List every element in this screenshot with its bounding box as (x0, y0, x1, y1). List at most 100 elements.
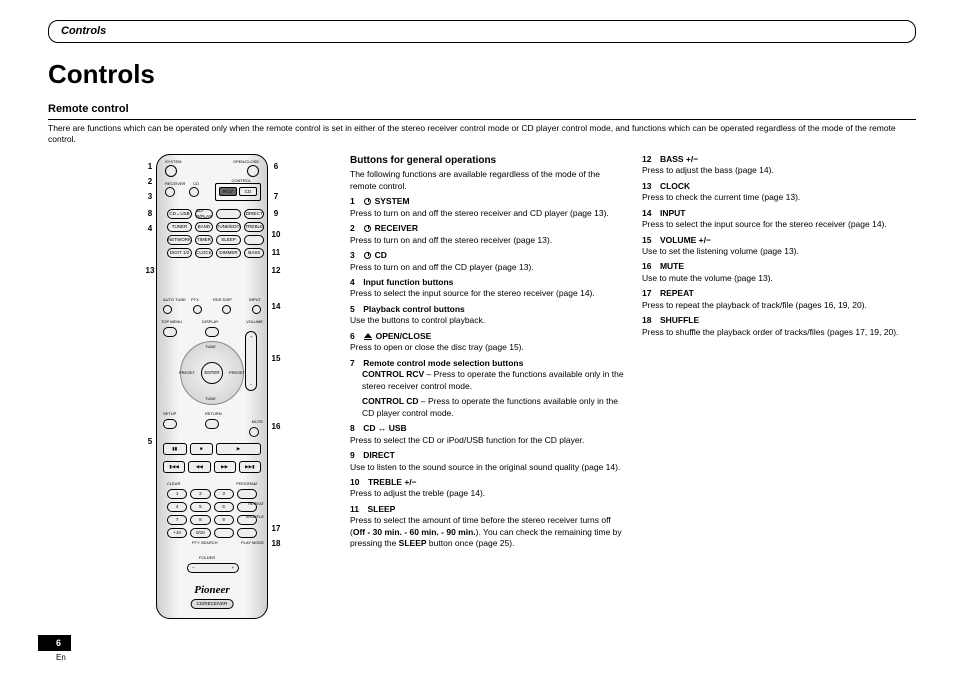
btn-cdusb: CD↔USB (167, 209, 192, 219)
callout-5: 5 (144, 437, 156, 448)
item-heading: 12 BASS +/− (642, 154, 916, 165)
item-body: Press to turn on and off the stereo rece… (350, 208, 624, 219)
key-0: 0/10 (190, 528, 210, 538)
item-heading: 7 Remote control mode selection buttons (350, 358, 624, 369)
callout-4: 4 (144, 224, 156, 235)
callout-1: 1 (144, 162, 156, 173)
callout-11: 11 (270, 248, 282, 259)
label: OPEN/CLOSE (233, 159, 259, 164)
power-icon (364, 225, 371, 232)
btn-return (205, 419, 219, 429)
item-heading: 15 VOLUME +/− (642, 235, 916, 246)
item-body: Press to select the input source for the… (350, 288, 624, 299)
btn-play: ▶ (216, 443, 261, 455)
btn-tuner: TUNER (167, 222, 192, 232)
key-6: 6 (214, 502, 234, 512)
label: CONTROL (231, 178, 251, 183)
item-heading: 1 SYSTEM (350, 196, 624, 207)
list-item: 7 Remote control mode selection buttonsC… (350, 358, 624, 419)
col1-heading: Buttons for general operations (350, 154, 624, 168)
key-3: 3 (214, 489, 234, 499)
item-heading: 11 SLEEP (350, 504, 624, 515)
label: REPEAT (248, 501, 264, 506)
label: MUTE (252, 419, 263, 424)
list-item: 14 INPUTPress to select the input source… (642, 208, 916, 231)
item-body: Use to listen to the sound source in the… (350, 462, 624, 473)
label: SYSTEM (165, 159, 181, 164)
list-item: 15 VOLUME +/−Use to set the listening vo… (642, 235, 916, 258)
text-columns: Buttons for general operations The follo… (350, 154, 916, 624)
btn-enter: ENTER (201, 362, 223, 384)
transport-1: ▮▮ ■ ▶ (163, 443, 261, 455)
btn-blank2 (244, 235, 264, 245)
list-item: 16 MUTEUse to mute the volume (page 13). (642, 261, 916, 284)
btn-cd (189, 187, 199, 197)
label: PRESET (179, 370, 195, 375)
item-body: Use to set the listening volume (page 13… (642, 246, 916, 257)
callout-18: 18 (270, 539, 282, 550)
btn-bass: BASS (244, 248, 264, 258)
item-body: Press to open or close the disc tray (pa… (350, 342, 624, 353)
columns: 1 2 3 4 5 6 7 8 9 10 11 12 13 14 15 16 1… (48, 154, 916, 624)
item-body: Use the buttons to control playback. (350, 315, 624, 326)
list-item: 6 OPEN/CLOSEPress to open or close the d… (350, 331, 624, 354)
text-col-1: Buttons for general operations The follo… (350, 154, 624, 624)
power-icon (364, 252, 371, 259)
label: TUNE (205, 396, 216, 401)
list-item: 9 DIRECTUse to listen to the sound sourc… (350, 450, 624, 473)
btn-network: NETWORK (167, 235, 192, 245)
text-col-2: 12 BASS +/−Press to adjust the bass (pag… (642, 154, 916, 624)
list-item: 1 SYSTEMPress to turn on and off the ste… (350, 196, 624, 219)
btn-treble: TREBLE (244, 222, 264, 232)
btn-cdrplay: CD-R/PLAY (195, 209, 213, 219)
item-body: Press to select the input source for the… (642, 219, 916, 230)
label: PRESET (229, 370, 245, 375)
item-heading: 16 MUTE (642, 261, 916, 272)
brand-logo: Pioneer (157, 583, 267, 598)
item-body: Press to turn on and off the stereo rece… (350, 235, 624, 246)
col1-intro: The following functions are available re… (350, 169, 624, 192)
list-item: 17 REPEATPress to repeat the playback of… (642, 288, 916, 311)
model-badge: CD/RECEIVER (191, 599, 234, 609)
label: PTY SEARCH (192, 540, 218, 545)
function-grid-1: CD↔USB CD-R/PLAY DIRECT TUNER BAND TUNE/… (167, 209, 257, 258)
row-smallbtns (163, 305, 261, 314)
item-heading: 13 CLOCK (642, 181, 916, 192)
key-1: 1 (167, 489, 187, 499)
callout-8: 8 (144, 209, 156, 220)
label: RECEIVER (165, 181, 185, 186)
btn-autotune (163, 305, 172, 314)
label: AUTO TUNE (163, 297, 186, 302)
label: PLAY MODE (241, 540, 264, 545)
page-number: 6 (38, 635, 71, 651)
btn-pause: ▮▮ (163, 443, 187, 455)
list-item: 4 Input function buttonsPress to select … (350, 277, 624, 300)
btn-display (205, 327, 219, 337)
folder-rocker: −+ (187, 563, 239, 573)
item-body: Press to adjust the bass (page 14). (642, 165, 916, 176)
btn-ff: ▶▶ (214, 461, 236, 473)
btn-ptx (193, 305, 202, 314)
label: RDS DISP (213, 297, 232, 302)
callout-3: 3 (144, 192, 156, 203)
eject-icon (364, 333, 372, 338)
label: DISPLAY (202, 319, 219, 324)
key-playmode (237, 528, 257, 538)
item-heading: 17 REPEAT (642, 288, 916, 299)
callout-9: 9 (270, 209, 282, 220)
item-heading: 18 SHUFFLE (642, 315, 916, 326)
btn-control-rcv: RCV (219, 187, 237, 196)
item-body: Press to adjust the treble (page 14). (350, 488, 624, 499)
item-body: Press to check the current time (page 13… (642, 192, 916, 203)
btn-topmenu (163, 327, 177, 337)
callout-16: 16 (270, 422, 282, 433)
key-9: 9 (214, 515, 234, 525)
numpad: 1 2 3 4 5 6 7 8 9 +10 0/10 (167, 489, 257, 538)
key-plus10: +10 (167, 528, 187, 538)
btn-stop: ■ (190, 443, 214, 455)
item-heading: 3 CD (350, 250, 624, 261)
remote-shell: SYSTEM OPEN/CLOSE RECEIVER CD RCV CD CON… (156, 154, 268, 619)
key-7: 7 (167, 515, 187, 525)
key-2: 2 (190, 489, 210, 499)
document-page: Controls Controls Remote control There a… (0, 0, 954, 674)
